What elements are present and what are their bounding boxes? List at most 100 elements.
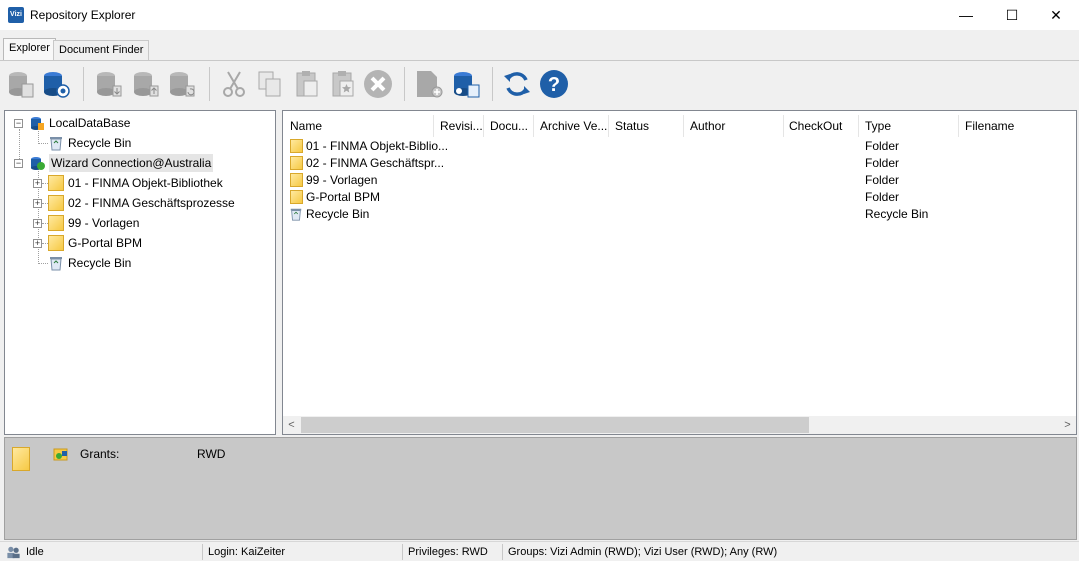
window-title: Repository Explorer xyxy=(30,8,136,22)
status-divider xyxy=(202,544,203,560)
table-row[interactable]: 02 - FINMA Geschäftspr... Folder xyxy=(283,155,1076,172)
paste-special-icon[interactable] xyxy=(327,68,359,100)
folder-icon xyxy=(290,139,303,153)
database-icon xyxy=(31,117,44,130)
status-bar: Idle Login: KaiZeiter Privileges: RWD Gr… xyxy=(0,541,1079,561)
row-type: Folder xyxy=(865,156,900,170)
folder-icon xyxy=(48,175,64,191)
toolbar: ? xyxy=(0,61,1079,107)
copy-icon[interactable] xyxy=(254,68,286,100)
toolbar-separator xyxy=(404,67,405,101)
status-privileges: Privileges: RWD xyxy=(408,546,488,558)
tree-expander[interactable]: + xyxy=(33,199,42,208)
row-name: 01 - FINMA Objekt-Biblio... xyxy=(306,139,449,153)
tree-expander[interactable]: − xyxy=(14,119,23,128)
folder-icon xyxy=(290,173,303,187)
tree-item-folder[interactable]: 99 - Vorlagen xyxy=(68,214,139,232)
tree-item-folder[interactable]: G-Portal BPM xyxy=(68,234,142,252)
tree-connector xyxy=(38,129,39,144)
tab-explorer[interactable]: Explorer xyxy=(3,38,56,60)
tree-item-wizard-connection[interactable]: Wizard Connection@Australia xyxy=(49,154,214,172)
help-icon[interactable]: ? xyxy=(538,68,570,100)
row-name: 02 - FINMA Geschäftspr... xyxy=(306,156,445,170)
svg-text:?: ? xyxy=(548,74,560,96)
paste-icon[interactable] xyxy=(291,68,323,100)
folder-icon xyxy=(48,235,64,251)
tree-expander[interactable]: + xyxy=(33,239,42,248)
row-type: Recycle Bin xyxy=(865,207,929,221)
scroll-left-button[interactable]: < xyxy=(283,416,300,434)
delete-icon[interactable] xyxy=(362,68,394,100)
toolbar-separator xyxy=(209,67,210,101)
details-panel: Grants: RWD xyxy=(4,437,1077,540)
grants-label: Grants: xyxy=(80,447,120,461)
row-type: Folder xyxy=(865,139,900,153)
database-gray-icon[interactable] xyxy=(5,68,37,100)
tree-item-folder[interactable]: 02 - FINMA Geschäftsprozesse xyxy=(68,194,235,212)
scroll-right-button[interactable]: > xyxy=(1059,416,1076,434)
status-state: Idle xyxy=(26,546,44,558)
database-connect-icon[interactable] xyxy=(40,68,72,100)
column-header-document[interactable]: Docu... xyxy=(484,115,534,137)
database-settings-icon[interactable] xyxy=(450,68,482,100)
row-name: 99 - Vorlagen xyxy=(306,173,378,187)
table-row[interactable]: G-Portal BPM Folder xyxy=(283,189,1076,206)
toolbar-separator xyxy=(83,67,84,101)
tab-strip: Explorer Document Finder xyxy=(0,38,1079,60)
recycle-bin-icon xyxy=(50,257,62,271)
status-login: Login: KaiZeiter xyxy=(208,546,286,558)
table-row[interactable]: Recycle Bin Recycle Bin xyxy=(283,206,1076,223)
table-row[interactable]: 99 - Vorlagen Folder xyxy=(283,172,1076,189)
column-header-author[interactable]: Author xyxy=(684,115,784,137)
refresh-icon[interactable] xyxy=(501,68,533,100)
network-database-icon xyxy=(31,157,45,170)
scroll-thumb[interactable] xyxy=(301,417,809,433)
repository-list[interactable]: Name Revisi... Docu... Archive Ve... Sta… xyxy=(282,110,1077,435)
folder-icon xyxy=(12,447,30,471)
recycle-bin-icon xyxy=(290,208,302,221)
app-icon: Vizi xyxy=(8,7,24,23)
tree-expander[interactable]: + xyxy=(33,219,42,228)
tree-item-folder[interactable]: 01 - FINMA Objekt-Bibliothek xyxy=(68,174,223,192)
table-row[interactable]: 01 - FINMA Objekt-Biblio... Folder xyxy=(283,138,1076,155)
table-header: Name Revisi... Docu... Archive Ve... Sta… xyxy=(283,115,1076,137)
close-button[interactable]: ✕ xyxy=(1033,0,1079,30)
column-header-checkout[interactable]: CheckOut xyxy=(783,115,859,137)
column-header-type[interactable]: Type xyxy=(859,115,959,137)
column-header-revision[interactable]: Revisi... xyxy=(434,115,484,137)
tree-item-recycle-bin[interactable]: Recycle Bin xyxy=(68,254,131,272)
folder-icon xyxy=(290,156,303,170)
folder-icon xyxy=(48,215,64,231)
column-header-name[interactable]: Name xyxy=(284,115,434,137)
column-header-filename[interactable]: Filename xyxy=(959,115,1076,137)
row-name: Recycle Bin xyxy=(306,207,370,221)
repository-tree[interactable]: − LocalDataBase Recycle Bin − Wizard Con… xyxy=(4,110,276,435)
tree-expander[interactable]: − xyxy=(14,159,23,168)
folder-icon xyxy=(48,195,64,211)
tree-item-localdatabase[interactable]: LocalDataBase xyxy=(49,114,130,132)
cut-icon[interactable] xyxy=(218,68,250,100)
database-undo-icon[interactable] xyxy=(166,68,198,100)
horizontal-scrollbar[interactable]: < > xyxy=(283,416,1076,434)
tree-connector xyxy=(38,143,48,144)
database-checkout-icon[interactable] xyxy=(130,68,162,100)
row-type: Folder xyxy=(865,173,900,187)
tree-item-recycle-bin[interactable]: Recycle Bin xyxy=(68,134,131,152)
tab-document-finder[interactable]: Document Finder xyxy=(53,40,150,60)
column-header-status[interactable]: Status xyxy=(609,115,684,137)
tree-expander[interactable]: + xyxy=(33,179,42,188)
column-header-archive-version[interactable]: Archive Ve... xyxy=(534,115,609,137)
new-document-icon[interactable] xyxy=(413,68,445,100)
folder-icon xyxy=(290,190,303,204)
grants-icon xyxy=(53,448,68,461)
status-divider xyxy=(502,544,503,560)
maximize-button[interactable]: ☐ xyxy=(989,0,1035,30)
users-icon xyxy=(7,546,20,559)
database-checkin-icon[interactable] xyxy=(93,68,125,100)
row-type: Folder xyxy=(865,190,900,204)
tree-connector xyxy=(38,263,48,264)
grants-value: RWD xyxy=(197,447,226,461)
recycle-bin-icon xyxy=(50,137,62,151)
minimize-button[interactable]: — xyxy=(943,0,989,30)
toolbar-separator xyxy=(492,67,493,101)
